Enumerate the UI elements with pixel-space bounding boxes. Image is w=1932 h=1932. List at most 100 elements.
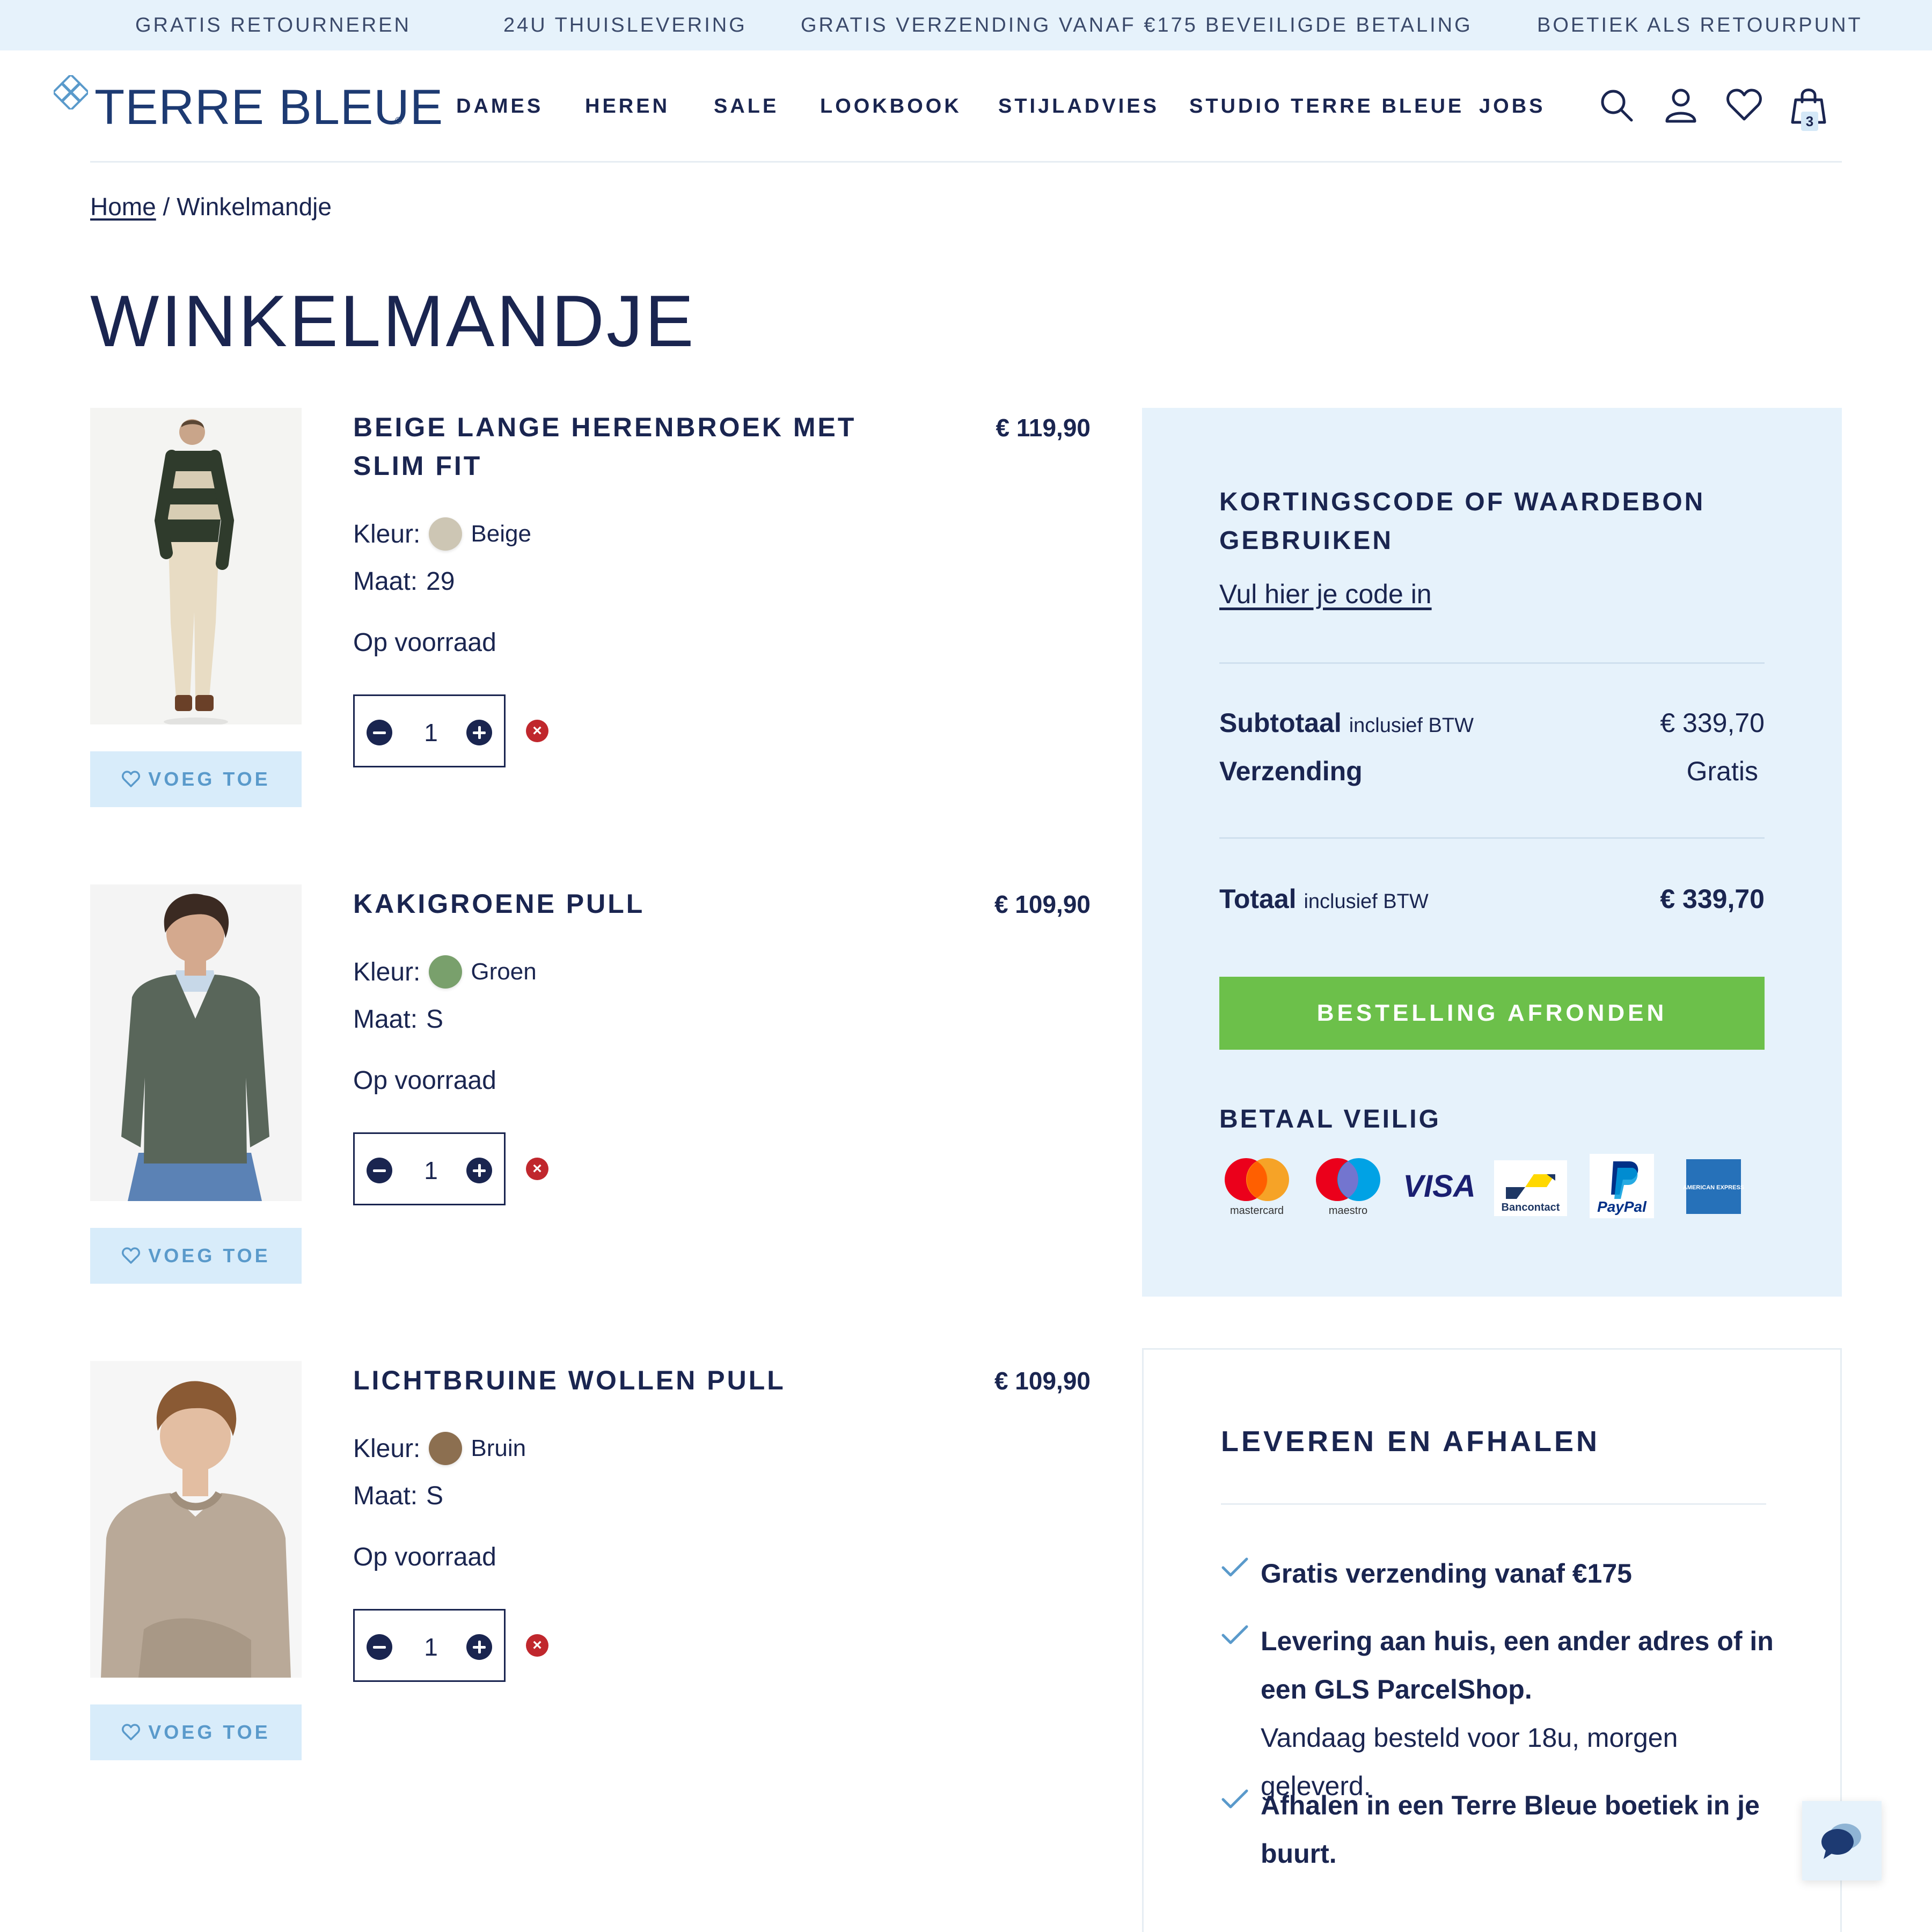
color-swatch	[429, 517, 463, 551]
quantity-stepper: 1	[353, 1609, 506, 1682]
total-vat-note: inclusief BTW	[1304, 890, 1429, 913]
breadcrumb-current: Winkelmandje	[177, 193, 332, 221]
product-title-link[interactable]: KAKIGROENE PULL	[353, 884, 901, 923]
total-label-text: Totaal	[1219, 884, 1297, 914]
product-price: € 119,90	[996, 414, 1091, 442]
color-name: Groen	[471, 958, 537, 985]
checkout-button[interactable]: BESTELLING AFRONDEN	[1219, 977, 1765, 1050]
add-to-wishlist-button[interactable]: VOEG TOE	[90, 1228, 302, 1284]
product-photo-brown-wool-pullover	[90, 1361, 302, 1678]
discount-code-link[interactable]: Vul hier je code in	[1219, 579, 1432, 610]
mastercard-logo: mastercard	[1225, 1158, 1289, 1217]
decrease-quantity-button[interactable]	[367, 1634, 392, 1660]
stock-status: Op voorraad	[353, 1066, 496, 1095]
delivery-benefit-title: Levering aan huis, een ander adres of in…	[1261, 1626, 1774, 1704]
quantity-value[interactable]: 1	[408, 696, 453, 766]
shipping-value: Gratis	[1686, 756, 1758, 786]
decrease-quantity-button[interactable]	[367, 1158, 392, 1183]
remove-item-button[interactable]: ×	[526, 1158, 548, 1180]
announcement-bar: GRATIS RETOURNEREN 24U THUISLEVERING GRA…	[0, 0, 1932, 50]
amex-wordmark: AMERICAN EXPRESS	[1683, 1184, 1744, 1191]
increase-quantity-button[interactable]	[466, 720, 492, 745]
product-image[interactable]	[90, 884, 302, 1201]
add-to-wishlist-button[interactable]: VOEG TOE	[90, 751, 302, 807]
quantity-value[interactable]: 1	[408, 1134, 453, 1204]
subtotal-vat-note: inclusief BTW	[1349, 714, 1474, 737]
bancontact-wordmark: Bancontact	[1502, 1202, 1560, 1213]
checkmark-icon	[1221, 1557, 1248, 1577]
chat-widget-button[interactable]	[1802, 1801, 1882, 1880]
wishlist-label: VOEG TOE	[148, 1245, 270, 1267]
product-price: € 109,90	[994, 1367, 1091, 1395]
remove-item-button[interactable]: ×	[526, 720, 548, 742]
quantity-value[interactable]: 1	[408, 1611, 453, 1680]
heart-icon	[122, 771, 141, 787]
increase-quantity-button[interactable]	[466, 1634, 492, 1660]
product-title-link[interactable]: BEIGE LANGE HERENBROEK MET SLIM FIT	[353, 408, 901, 485]
breadcrumb-home-link[interactable]: Home	[90, 193, 156, 221]
delivery-benefit-title: Afhalen in een Terre Bleue boetiek in je…	[1261, 1790, 1760, 1869]
product-size: Maat: 29	[353, 567, 455, 596]
delivery-divider	[1221, 1503, 1766, 1505]
maestro-logo: maestro	[1316, 1158, 1380, 1217]
product-image[interactable]	[90, 1361, 302, 1678]
total-value: € 339,70	[1660, 884, 1765, 914]
summary-divider	[1219, 837, 1765, 839]
size-value: S	[426, 1482, 444, 1510]
heart-icon	[122, 1724, 141, 1740]
announcement-free-shipping: GRATIS VERZENDING VANAF €175	[801, 14, 1198, 36]
nav-sale[interactable]: SALE	[714, 90, 779, 122]
nav-stijladvies[interactable]: STIJLADVIES	[998, 90, 1159, 122]
bancontact-logo: Bancontact	[1494, 1160, 1567, 1216]
account-icon[interactable]	[1662, 86, 1700, 125]
increase-quantity-button[interactable]	[466, 1158, 492, 1183]
visa-wordmark: VISA	[1403, 1169, 1475, 1204]
delivery-heading: LEVEREN EN AFHALEN	[1221, 1425, 1600, 1458]
product-size: Maat: S	[353, 1481, 443, 1511]
logo-text: TERRE BLEUE	[94, 80, 444, 135]
product-title-link[interactable]: LICHTBRUINE WOLLEN PULL	[353, 1361, 901, 1400]
search-icon[interactable]	[1597, 86, 1636, 125]
size-value: S	[426, 1005, 444, 1034]
quantity-stepper: 1	[353, 694, 506, 767]
product-color: Kleur: Beige	[353, 517, 531, 551]
wishlist-label: VOEG TOE	[148, 1721, 270, 1743]
color-label: Kleur:	[353, 957, 421, 986]
pay-securely-heading: BETAAL VEILIG	[1219, 1105, 1441, 1133]
color-swatch	[429, 955, 463, 989]
announcement-store-return: BOETIEK ALS RETOURPUNT	[1537, 14, 1863, 36]
quantity-stepper: 1	[353, 1132, 506, 1205]
stock-status: Op voorraad	[353, 1543, 496, 1571]
nav-studio-terre-bleue[interactable]: STUDIO TERRE BLEUE	[1189, 90, 1464, 122]
nav-lookbook[interactable]: LOOKBOOK	[820, 90, 962, 122]
add-to-wishlist-button[interactable]: VOEG TOE	[90, 1704, 302, 1760]
heart-icon	[122, 1247, 141, 1264]
visa-logo: VISA	[1403, 1169, 1475, 1204]
delivery-benefit-text: Afhalen in een Terre Bleue boetiek in je…	[1261, 1781, 1779, 1878]
total-label: Totaal inclusief BTW	[1219, 883, 1429, 914]
discount-heading: KORTINGSCODE OF WAARDEBON GEBRUIKEN	[1219, 488, 1706, 555]
color-swatch	[429, 1432, 463, 1465]
delivery-pickup-panel: LEVEREN EN AFHALEN Gratis verzending van…	[1142, 1348, 1842, 1932]
subtotal-label: Subtotaal inclusief BTW	[1219, 707, 1474, 738]
nav-heren[interactable]: HEREN	[585, 90, 670, 122]
nav-dames[interactable]: DAMES	[456, 90, 543, 122]
decrease-quantity-button[interactable]	[367, 720, 392, 745]
size-value: 29	[426, 567, 455, 596]
product-price: € 109,90	[994, 890, 1091, 918]
product-image[interactable]	[90, 408, 302, 724]
product-color: Kleur: Groen	[353, 955, 537, 989]
size-label: Maat:	[353, 1482, 418, 1510]
size-label: Maat:	[353, 1005, 418, 1034]
shipping-label-text: Verzending	[1219, 756, 1363, 786]
announcement-free-returns: GRATIS RETOURNEREN	[135, 14, 411, 36]
american-express-logo: AMERICAN EXPRESS	[1683, 1159, 1744, 1214]
product-photo-khaki-pullover	[90, 884, 302, 1201]
product-color: Kleur: Bruin	[353, 1432, 526, 1465]
heart-icon[interactable]	[1725, 86, 1763, 125]
remove-item-button[interactable]: ×	[526, 1634, 548, 1657]
nav-jobs[interactable]: JOBS	[1479, 90, 1545, 122]
checkmark-icon	[1221, 1789, 1248, 1809]
announcement-secure-payment: BEVEILIGDE BETALING	[1205, 14, 1473, 36]
wishlist-label: VOEG TOE	[148, 768, 270, 790]
